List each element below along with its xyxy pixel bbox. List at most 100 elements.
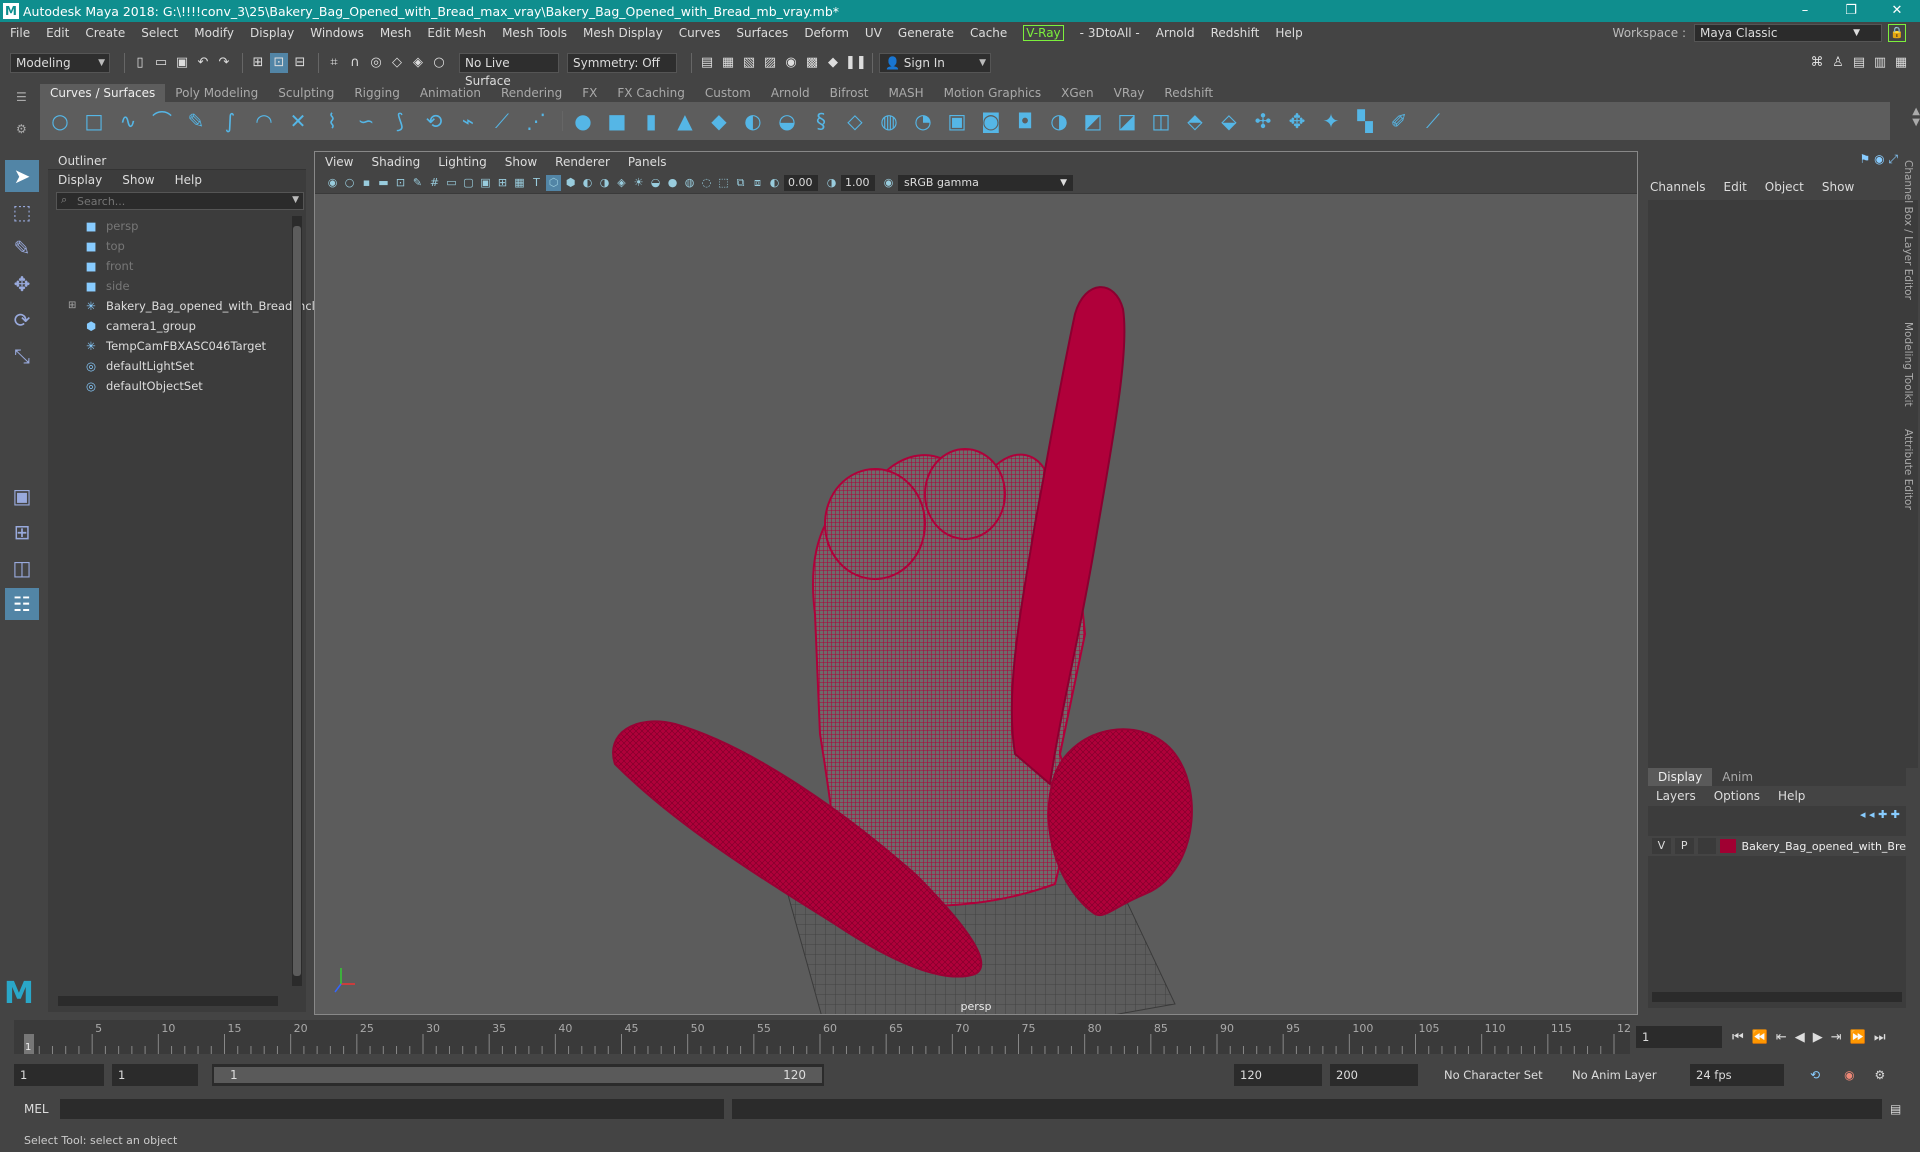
scroll-thumb[interactable] [293,226,301,976]
command-input[interactable] [60,1099,724,1119]
exposure-field[interactable]: 0.00 [784,174,818,191]
rebuild-curve-icon[interactable]: ⟲ [420,107,448,135]
outliner-horizontal-scrollbar[interactable] [58,996,278,1006]
layer-tab-anim[interactable]: Anim [1712,768,1763,786]
nurbs-square-icon[interactable]: □ [80,107,108,135]
attach-curve-icon[interactable]: ∽ [352,107,380,135]
snap-curve-icon[interactable]: ∩ [346,53,364,73]
shelf-tab-motion-graphics[interactable]: Motion Graphics [934,84,1052,102]
animation-end-field[interactable]: 200 [1330,1064,1418,1086]
layer-color-swatch[interactable] [1720,839,1736,853]
snap-live-icon[interactable]: ○ [430,53,448,73]
menu-help[interactable]: Help [1275,26,1302,40]
shelf-tab-rendering[interactable]: Rendering [491,84,572,102]
channel-menu-show[interactable]: Show [1822,180,1854,194]
detach-curve-icon[interactable]: ⌇ [318,107,346,135]
channel-menu-object[interactable]: Object [1765,180,1804,194]
wireframe-on-shaded-icon[interactable]: ◐ [580,175,595,191]
boundary-icon[interactable]: ◙ [977,107,1005,135]
maximize-button[interactable]: ❐ [1828,0,1874,22]
snap-grid-icon[interactable]: ⌗ [325,53,343,73]
layer-menu-layers[interactable]: Layers [1656,789,1696,803]
birail-icon[interactable]: ◔ [909,107,937,135]
four-view-layout-icon[interactable]: ⊞ [5,516,39,548]
fillet-curve-icon[interactable]: ⌁ [454,107,482,135]
shelf-tab-poly-modeling[interactable]: Poly Modeling [165,84,268,102]
textured-icon[interactable]: ◑ [597,175,612,191]
ipr-render-icon[interactable]: ▧ [740,53,758,73]
select-hierarchy-icon[interactable]: ⊞ [249,53,267,73]
undo-icon[interactable]: ↶ [194,53,212,73]
image-plane-icon[interactable]: ▬ [376,175,391,191]
rebuild-surface-icon[interactable]: ▚ [1351,107,1379,135]
shelf-tab-custom[interactable]: Custom [695,84,761,102]
layer-menu-help[interactable]: Help [1778,789,1805,803]
outliner-item-side[interactable]: ■ side [48,276,306,296]
intersect-surface-icon[interactable]: ◩ [1079,107,1107,135]
redo-icon[interactable]: ↷ [215,53,233,73]
colorspace-dropdown[interactable]: sRGB gamma ▼ [898,174,1073,191]
offset-curve-icon[interactable]: ⟆ [386,107,414,135]
gamma-icon[interactable]: ◑ [824,175,839,191]
select-camera-icon[interactable]: ◉ [325,175,340,191]
channel-box-toggles-icon[interactable]: ⚑ ◉ ⤢ [1860,152,1898,167]
channel-menu-edit[interactable]: Edit [1724,180,1747,194]
nurbs-plane-icon[interactable]: ◆ [705,107,733,135]
shelf-tab-xgen[interactable]: XGen [1051,84,1104,102]
attribute-editor-icon[interactable]: ▤ [1850,53,1868,73]
display-layer-row[interactable]: V P Bakery_Bag_opened_with_Bre [1648,836,1906,856]
attach-surface-icon[interactable]: ⬘ [1181,107,1209,135]
tool-settings-icon[interactable]: ▥ [1871,53,1889,73]
rotate-tool-icon[interactable]: ⟳ [5,304,39,336]
grease-pencil-icon[interactable]: ✎ [410,175,425,191]
shelf-tab-fx[interactable]: FX [572,84,607,102]
expand-icon[interactable]: ⊞ [68,296,76,316]
modeling-toolkit-icon[interactable]: ⌘ [1808,53,1826,73]
camera-attributes-icon[interactable]: ○ [342,175,357,191]
current-frame-field[interactable]: 1 [1636,1026,1722,1048]
menu-uv[interactable]: UV [865,26,882,40]
menu-set-dropdown[interactable]: Modeling ▼ [10,53,110,73]
side-tab-attribute-editor[interactable]: Attribute Editor [1902,429,1914,510]
shelf-tab-curves-surfaces[interactable]: Curves / Surfaces [40,84,166,102]
select-tool-icon[interactable]: ➤ [5,160,39,192]
pencil-curve-icon[interactable]: ✎ [182,107,210,135]
layer-actions-icon[interactable]: ◂ ◂ ✚ ✚ [1860,808,1900,821]
playback-buttons-icon[interactable]: ⏮⏪⇤◀▶⇥⏩⏭ [1732,1030,1894,1045]
surface-fillet-icon[interactable]: ✦ [1317,107,1345,135]
revolve-icon[interactable]: ◒ [773,107,801,135]
ambient-occlusion-icon[interactable]: ● [665,175,680,191]
shelf-tab-vray[interactable]: VRay [1104,84,1155,102]
layer-tab-display[interactable]: Display [1648,768,1713,786]
human-ik-icon[interactable]: ♙ [1829,53,1847,73]
layer-playback-toggle[interactable]: P [1674,838,1694,854]
menu-cache[interactable]: Cache [970,26,1007,40]
trim-tool-icon[interactable]: ◪ [1113,107,1141,135]
menu-modify[interactable]: Modify [194,26,234,40]
shelf-scroll-icon[interactable]: ▲ ▼ [1912,106,1920,128]
new-scene-icon[interactable]: ▯ [131,53,149,73]
snap-view-icon[interactable]: ◇ [388,53,406,73]
bezier-curve-icon[interactable]: ∫ [216,107,244,135]
outliner-item-default-light-set[interactable]: ◎ defaultLightSet [48,356,306,376]
shelf-settings-icon[interactable]: ⚙ [16,122,40,136]
ep-curve-icon[interactable]: ⌒ [148,107,176,135]
square-surface-icon[interactable]: ◘ [1011,107,1039,135]
mel-label[interactable]: MEL [24,1102,60,1116]
menu-generate[interactable]: Generate [898,26,954,40]
exposure-icon[interactable]: ◐ [767,175,782,191]
viewport-menu-shading[interactable]: Shading [371,155,420,169]
two-view-layout-icon[interactable]: ◫ [5,552,39,584]
outliner-search-input[interactable] [57,193,257,209]
shelf-tab-arnold[interactable]: Arnold [761,84,820,102]
smooth-shade-icon[interactable]: ⬢ [563,175,578,191]
side-tab-modeling-toolkit[interactable]: Modeling Toolkit [1902,322,1914,407]
shelf-tab-sculpting[interactable]: Sculpting [268,84,344,102]
bookmark-icon[interactable]: ▪ [359,175,374,191]
construction-history-icon[interactable]: ▤ [698,53,716,73]
xray-icon[interactable]: ◈ [614,175,629,191]
open-scene-icon[interactable]: ▭ [152,53,170,73]
sculpt-surface-icon[interactable]: ✣ [1249,107,1277,135]
menu-mesh[interactable]: Mesh [380,26,412,40]
viewport-menu-lighting[interactable]: Lighting [438,155,487,169]
